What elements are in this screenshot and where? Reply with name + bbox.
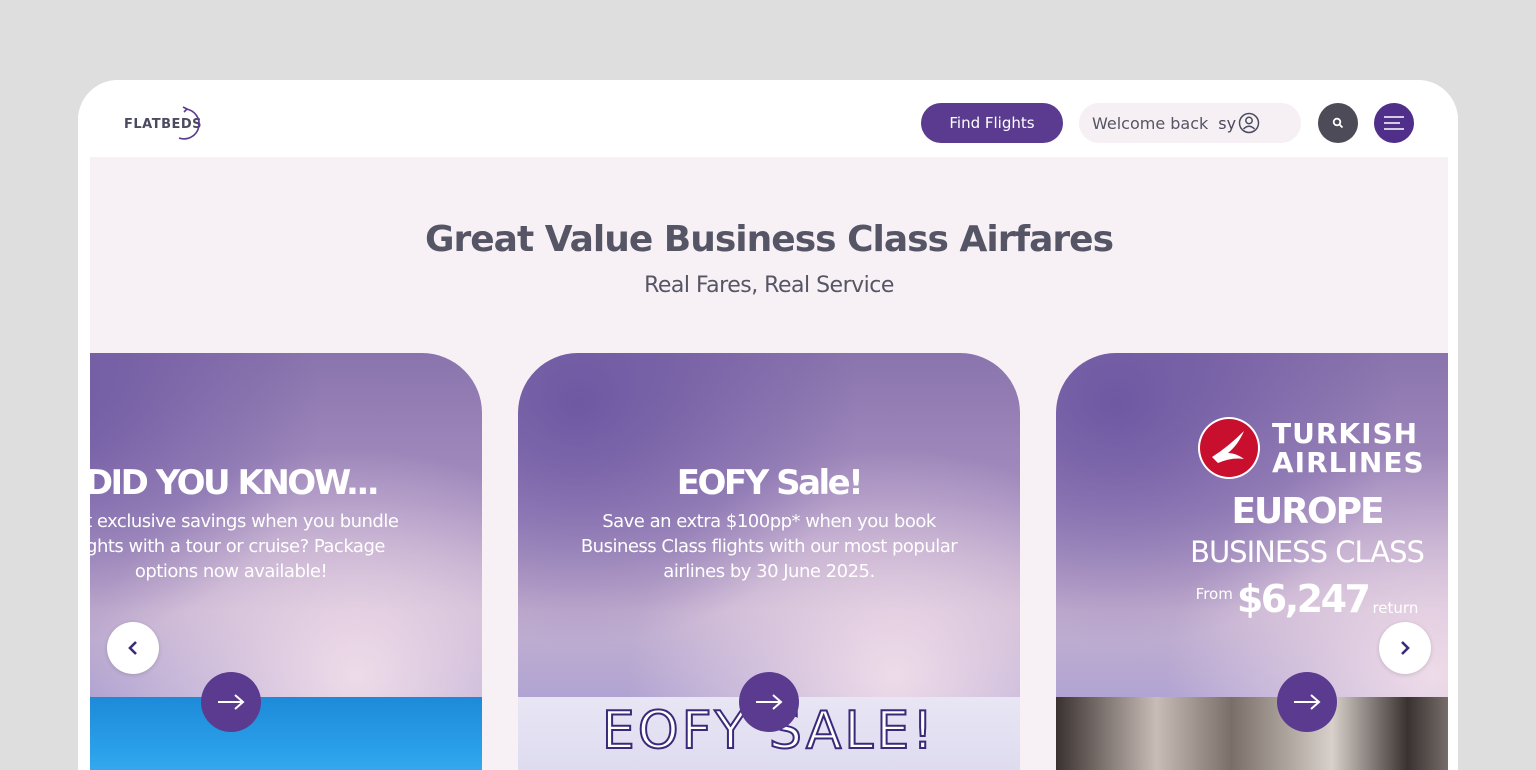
card-arrow-button[interactable] (201, 672, 261, 732)
page-subtitle: Real Fares, Real Service (644, 273, 894, 298)
price-prefix: From (1195, 585, 1233, 603)
card-image-sky (90, 697, 482, 770)
welcome-text: Welcome back (1092, 113, 1209, 133)
turkish-airlines-emblem-icon (1198, 417, 1260, 479)
fare-price: From $6,247 return (1056, 577, 1448, 621)
chevron-right-icon (1401, 641, 1410, 655)
page-title: Great Value Business Class Airfares (424, 219, 1114, 260)
card-title: EOFY Sale! (676, 463, 864, 503)
username: sy (1218, 113, 1237, 133)
user-circle-icon (1238, 112, 1260, 134)
card-text-line: Save an extra $100pp* when you book (602, 511, 936, 532)
card-text-line: Business Class flights with our most pop… (580, 536, 958, 557)
turkish-airlines-logo: TURKISH AIRLINES (1198, 417, 1425, 479)
logo-arc-icon (178, 106, 200, 140)
card-arrow-button[interactable] (739, 672, 799, 732)
chevron-left-icon (128, 641, 137, 655)
hero-band: Great Value Business Class Airfares Real… (90, 157, 1448, 770)
arrow-right-icon (1294, 694, 1321, 710)
find-flights-button[interactable]: Find Flights (921, 103, 1063, 143)
promo-card-eofy-sale[interactable]: EOFY Sale! Save an extra $100pp* when yo… (518, 353, 1020, 770)
airline-name-line: AIRLINES (1272, 446, 1425, 479)
card-text-line: airlines by 30 June 2025. (663, 561, 875, 582)
airline-name-line: TURKISH (1272, 417, 1419, 450)
card-text-line: options now available! (134, 561, 328, 582)
card-description: Save an extra $100pp* when you book Busi… (558, 509, 980, 584)
cabin-class: BUSINESS CLASS (1190, 535, 1425, 569)
card-arrow-button[interactable] (1277, 672, 1337, 732)
carousel-next-button[interactable] (1379, 622, 1431, 674)
welcome-account-pill[interactable]: Welcome back sy (1079, 103, 1301, 143)
card-image-cabin (1056, 697, 1448, 770)
arrow-right-icon (218, 694, 245, 710)
menu-button[interactable] (1374, 103, 1414, 143)
promo-card-did-you-know[interactable]: DID YOU KNOW... get exclusive savings wh… (90, 353, 482, 770)
card-description: get exclusive savings when you bundle li… (90, 509, 442, 584)
card-title: DID YOU KNOW... (90, 463, 380, 503)
page-frame: FLATBEDS Find Flights Welcome back sy Gr… (78, 80, 1458, 770)
airline-name: TURKISH AIRLINES (1272, 419, 1425, 477)
carousel-prev-button[interactable] (107, 622, 159, 674)
search-icon (1332, 117, 1344, 129)
card-text-line: get exclusive savings when you bundle (90, 511, 399, 532)
search-button[interactable] (1318, 103, 1358, 143)
price-suffix: return (1372, 599, 1419, 617)
price-amount: $6,247 (1236, 577, 1371, 621)
arrow-right-icon (756, 694, 783, 710)
hamburger-menu-icon (1384, 116, 1404, 130)
flatbeds-logo[interactable]: FLATBEDS (124, 104, 202, 144)
destination-region: EUROPE (1231, 491, 1384, 532)
site-header: FLATBEDS Find Flights Welcome back sy (78, 80, 1458, 157)
card-text-line: lights with a tour or cruise? Package (90, 536, 385, 557)
promo-card-turkish-airlines[interactable]: TURKISH AIRLINES EUROPE BUSINESS CLASS F… (1056, 353, 1448, 770)
